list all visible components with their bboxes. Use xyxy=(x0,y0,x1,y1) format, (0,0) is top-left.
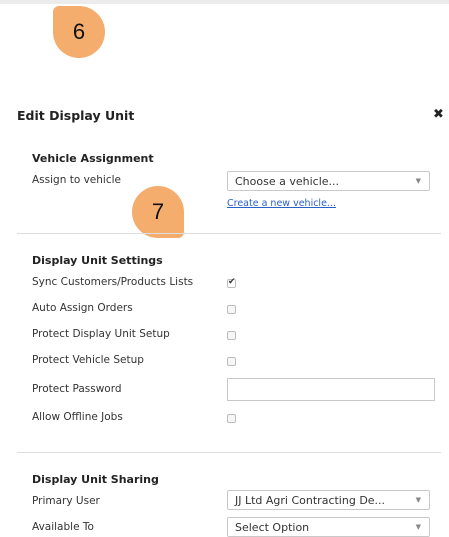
create-vehicle-link[interactable]: Create a new vehicle... xyxy=(227,198,336,209)
allow-offline-checkbox[interactable] xyxy=(227,414,236,423)
primary-user-label: Primary User xyxy=(32,495,100,507)
chevron-down-icon: ▼ xyxy=(415,496,421,504)
protect-password-label: Protect Password xyxy=(32,383,122,395)
protect-unit-label: Protect Display Unit Setup xyxy=(32,328,170,340)
vehicle-assignment-heading: Vehicle Assignment xyxy=(32,152,154,165)
available-to-select[interactable]: Select Option ▼ xyxy=(227,517,430,537)
primary-user-select[interactable]: JJ Ltd Agri Contracting De... ▼ xyxy=(227,490,430,510)
protect-vehicle-checkbox[interactable] xyxy=(227,357,236,366)
chevron-down-icon: ▼ xyxy=(415,523,421,531)
sync-lists-label: Sync Customers/Products Lists xyxy=(32,276,194,288)
primary-user-value: JJ Ltd Agri Contracting De... xyxy=(235,494,386,507)
vehicle-select[interactable]: Choose a vehicle... ▼ xyxy=(227,171,430,191)
dialog-title: Edit Display Unit xyxy=(17,108,135,123)
assign-to-vehicle-label: Assign to vehicle xyxy=(32,174,121,186)
divider xyxy=(17,233,441,234)
divider xyxy=(17,452,441,453)
auto-assign-label: Auto Assign Orders xyxy=(32,302,133,314)
chevron-down-icon: ▼ xyxy=(415,177,421,185)
top-strip xyxy=(0,0,449,4)
step-callout-6: 6 xyxy=(53,6,105,58)
sharing-heading: Display Unit Sharing xyxy=(32,473,159,486)
protect-vehicle-label: Protect Vehicle Setup xyxy=(32,354,144,366)
protect-unit-checkbox[interactable] xyxy=(227,331,236,340)
available-to-value: Select Option xyxy=(235,521,310,534)
vehicle-select-value: Choose a vehicle... xyxy=(235,175,340,188)
sync-lists-checkbox[interactable]: ✔ xyxy=(227,277,236,288)
auto-assign-checkbox[interactable] xyxy=(227,305,236,314)
step-callout-7: 7 xyxy=(132,186,184,238)
available-to-label: Available To xyxy=(32,521,94,533)
password-input[interactable] xyxy=(227,378,435,401)
display-settings-heading: Display Unit Settings xyxy=(32,254,163,267)
close-icon[interactable]: ✖ xyxy=(433,107,444,122)
allow-offline-label: Allow Offline Jobs xyxy=(32,411,123,423)
check-icon: ✔ xyxy=(228,277,236,287)
